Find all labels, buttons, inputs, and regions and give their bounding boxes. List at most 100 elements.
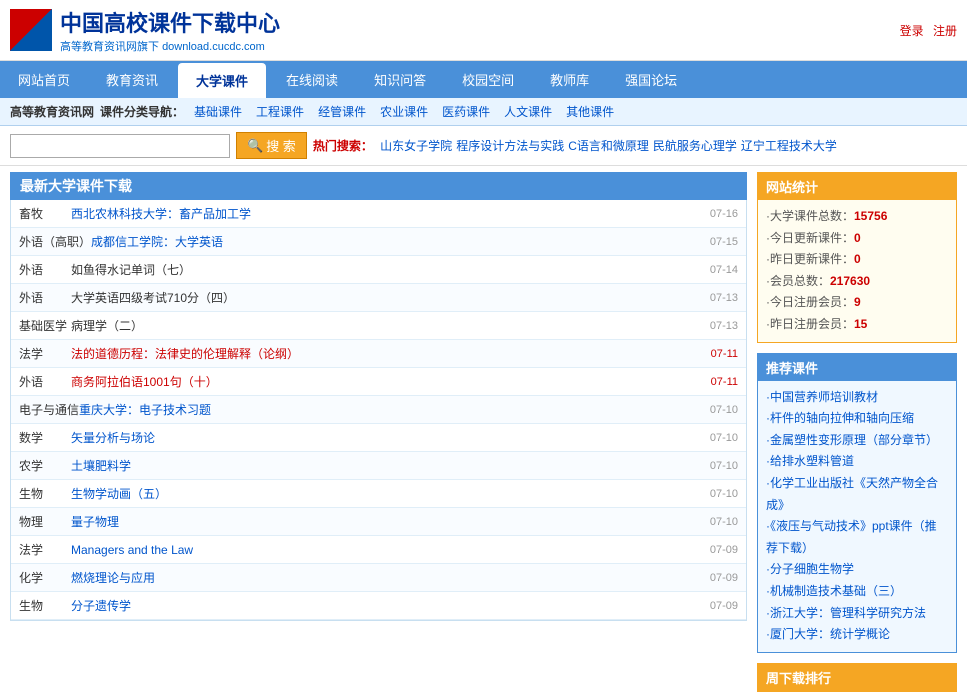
course-category: 生物 — [19, 485, 71, 502]
course-date: 07-16 — [700, 208, 738, 220]
course-date: 07-09 — [700, 572, 738, 584]
recommend-link[interactable]: ·金属塑性变形原理（部分章节） — [766, 430, 948, 452]
course-title-link[interactable]: 如鱼得水记单词（七） — [71, 261, 700, 278]
course-category: 物理 — [19, 513, 71, 530]
course-title-link[interactable]: 成都信工学院：大学英语 — [91, 233, 700, 250]
nav-item-网站首页[interactable]: 网站首页 — [0, 61, 88, 98]
cat-link-农业课件[interactable]: 农业课件 — [376, 102, 432, 121]
stat-value: 0 — [854, 252, 861, 266]
register-link[interactable]: 注册 — [933, 24, 957, 38]
course-title-link[interactable]: 病理学（二） — [71, 317, 700, 334]
course-date: 07-11 — [700, 376, 738, 388]
table-row: 外语商务阿拉伯语1001句（十）07-11 — [11, 368, 746, 396]
course-title-link[interactable]: 土壤肥料学 — [71, 457, 700, 474]
course-title-link[interactable]: 燃烧理论与应用 — [71, 569, 700, 586]
nav-item-教育资讯[interactable]: 教育资讯 — [88, 61, 176, 98]
stat-row: ·昨日更新课件：0 — [766, 249, 948, 271]
recommend-body: ·中国营养师培训教材·杆件的轴向拉伸和轴向压缩·金属塑性变形原理（部分章节）·给… — [758, 381, 956, 652]
stat-label: ·今日注册会员： — [766, 295, 854, 309]
recommend-link[interactable]: ·浙江大学：管理科学研究方法 — [766, 603, 948, 625]
header: 中 中国高校课件下载中心 高等教育资讯网旗下 download.cucdc.co… — [0, 0, 967, 61]
course-date: 07-10 — [700, 488, 738, 500]
course-category: 法学 — [19, 541, 71, 558]
cat-link-其他课件[interactable]: 其他课件 — [562, 102, 618, 121]
recommend-link[interactable]: ·分子细胞生物学 — [766, 559, 948, 581]
course-title-link[interactable]: 生物学动画（五） — [71, 485, 700, 502]
course-list-title: 最新大学课件下载 — [10, 172, 747, 200]
recommend-link[interactable]: ·给排水塑料管道 — [766, 451, 948, 473]
course-title-link[interactable]: 西北农林科技大学：畜产品加工学 — [71, 205, 700, 222]
course-title-link[interactable]: 法的道德历程：法律史的伦理解释（论纲） — [71, 345, 700, 362]
course-title-link[interactable]: 重庆大学：电子技术习题 — [79, 401, 700, 418]
search-bar: 🔍 搜 索 热门搜索： 山东女子学院程序设计方法与实践C语言和微原理民航服务心理… — [0, 126, 967, 166]
stat-label: ·大学课件总数： — [766, 209, 854, 223]
course-date: 07-09 — [700, 544, 738, 556]
cat-link-经管课件[interactable]: 经管课件 — [314, 102, 370, 121]
table-row: 电子与通信重庆大学：电子技术习题07-10 — [11, 396, 746, 424]
course-date: 07-15 — [700, 236, 738, 248]
course-date: 07-09 — [700, 600, 738, 612]
table-row: 外语大学英语四级考试710分（四）07-13 — [11, 284, 746, 312]
recommend-link[interactable]: ·化学工业出版社《天然产物全合成》 — [766, 473, 948, 516]
logo-text-area: 中国高校课件下载中心 高等教育资讯网旗下 download.cucdc.com — [60, 6, 280, 54]
search-input[interactable] — [10, 134, 230, 158]
recommend-link[interactable]: ·杆件的轴向拉伸和轴向压缩 — [766, 408, 948, 430]
cat-nav-prefix: 高等教育资讯网 — [10, 103, 94, 120]
stat-value: 217630 — [830, 274, 870, 288]
nav-item-在线阅读[interactable]: 在线阅读 — [268, 61, 356, 98]
hot-link[interactable]: 民航服务心理学 — [653, 139, 737, 153]
course-title-link[interactable]: 商务阿拉伯语1001句（十） — [71, 373, 700, 390]
stat-value: 9 — [854, 295, 861, 309]
cat-link-基础课件[interactable]: 基础课件 — [190, 102, 246, 121]
course-title-link[interactable]: 量子物理 — [71, 513, 700, 530]
course-date: 07-10 — [700, 404, 738, 416]
nav-item-大学课件[interactable]: 大学课件 — [178, 63, 266, 98]
course-date: 07-10 — [700, 516, 738, 528]
recommend-link[interactable]: ·中国营养师培训教材 — [766, 387, 948, 409]
recommend-link[interactable]: ·机械制造技术基础（三） — [766, 581, 948, 603]
course-category: 畜牧 — [19, 205, 71, 222]
stat-label: ·今日更新课件： — [766, 231, 854, 245]
course-title-link[interactable]: 矢量分析与场论 — [71, 429, 700, 446]
nav-item-校园空间[interactable]: 校园空间 — [444, 61, 532, 98]
recommend-link[interactable]: ·《液压与气动技术》ppt课件（推荐下载） — [766, 516, 948, 559]
svg-text:中: 中 — [23, 22, 39, 41]
stat-label: ·会员总数： — [766, 274, 830, 288]
search-icon: 🔍 — [247, 138, 263, 154]
right-panel: 网站统计 ·大学课件总数：15756·今日更新课件：0·昨日更新课件：0·会员总… — [757, 172, 957, 692]
course-title-link[interactable]: 大学英语四级考试710分（四） — [71, 289, 700, 306]
logo-area: 中 中国高校课件下载中心 高等教育资讯网旗下 download.cucdc.co… — [10, 6, 280, 54]
course-category: 农学 — [19, 457, 71, 474]
stats-title: 网站统计 — [758, 173, 956, 200]
table-row: 生物分子遗传学07-09 — [11, 592, 746, 620]
hot-link[interactable]: 程序设计方法与实践 — [456, 139, 564, 153]
nav-item-强国论坛[interactable]: 强国论坛 — [607, 61, 695, 98]
hot-link[interactable]: C语言和微原理 — [568, 139, 649, 153]
course-category: 外语（高职） — [19, 233, 91, 250]
table-row: 畜牧西北农林科技大学：畜产品加工学07-16 — [11, 200, 746, 228]
header-links: 登录 注册 — [894, 22, 957, 39]
recommend-panel: 推荐课件 ·中国营养师培训教材·杆件的轴向拉伸和轴向压缩·金属塑性变形原理（部分… — [757, 353, 957, 653]
stat-value: 15756 — [854, 209, 887, 223]
nav-item-教师库[interactable]: 教师库 — [532, 61, 607, 98]
cat-link-人文课件[interactable]: 人文课件 — [500, 102, 556, 121]
course-title-link[interactable]: Managers and the Law — [71, 543, 700, 557]
hot-link[interactable]: 辽宁工程技术大学 — [741, 139, 837, 153]
stat-value: 0 — [854, 231, 861, 245]
stat-row: ·大学课件总数：15756 — [766, 206, 948, 228]
table-row: 外语（高职）成都信工学院：大学英语07-15 — [11, 228, 746, 256]
hot-link[interactable]: 山东女子学院 — [380, 139, 452, 153]
recommend-link[interactable]: ·厦门大学：统计学概论 — [766, 624, 948, 646]
left-panel: 最新大学课件下载 畜牧西北农林科技大学：畜产品加工学07-16外语（高职）成都信… — [10, 172, 747, 692]
search-button[interactable]: 🔍 搜 索 — [236, 132, 307, 159]
cat-link-工程课件[interactable]: 工程课件 — [252, 102, 308, 121]
login-link[interactable]: 登录 — [900, 24, 924, 38]
stat-value: 15 — [854, 317, 867, 331]
course-date: 07-14 — [700, 264, 738, 276]
course-date: 07-11 — [700, 348, 738, 360]
cat-link-医药课件[interactable]: 医药课件 — [438, 102, 494, 121]
logo-subtitle-text: 高等教育资讯网旗下 — [60, 41, 159, 53]
nav-item-知识问答[interactable]: 知识问答 — [356, 61, 444, 98]
course-date: 07-13 — [700, 292, 738, 304]
course-title-link[interactable]: 分子遗传学 — [71, 597, 700, 614]
